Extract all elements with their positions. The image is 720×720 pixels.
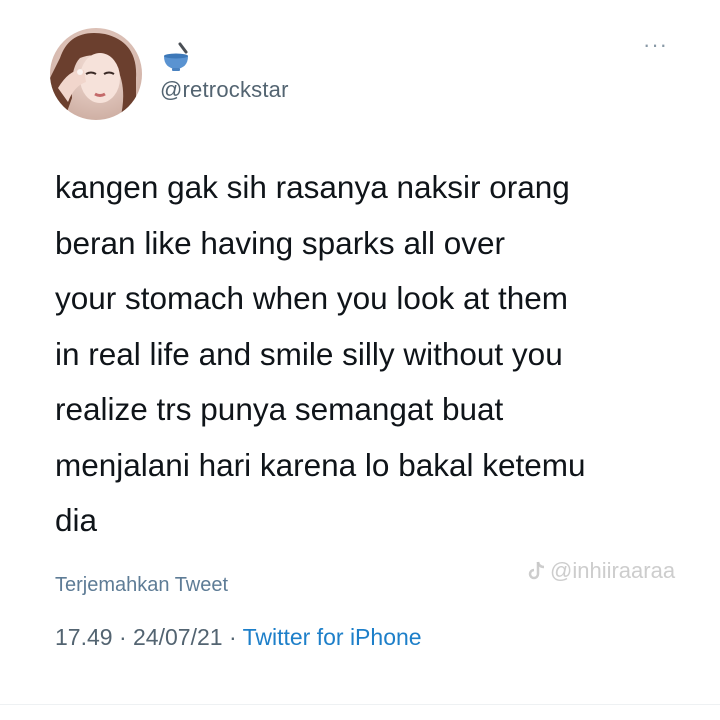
tiktok-icon xyxy=(528,561,545,580)
divider xyxy=(0,704,720,705)
user-handle[interactable]: @retrockstar xyxy=(160,77,289,103)
tweet-time[interactable]: 17.49 xyxy=(55,624,113,650)
tweet-source-link[interactable]: Twitter for iPhone xyxy=(243,624,422,650)
tweet-meta: 17.49 · 24/07/21 · Twitter for iPhone xyxy=(55,624,422,651)
watermark-text: @inhiiraaraa xyxy=(550,558,676,583)
tweet-text: kangen gak sih rasanya naksir orang bera… xyxy=(55,169,586,538)
avatar-image xyxy=(50,28,142,120)
avatar[interactable] xyxy=(50,28,142,120)
tweet-card: @retrockstar ··· kangen gak sih rasanya … xyxy=(0,0,720,720)
meta-separator: · xyxy=(228,624,237,650)
meta-separator: · xyxy=(118,624,127,650)
tweet-date[interactable]: 24/07/21 xyxy=(133,624,223,650)
watermark: @inhiiraaraa xyxy=(528,558,675,584)
translate-tweet-link[interactable]: Terjemahkan Tweet xyxy=(55,574,228,597)
more-options-icon[interactable]: ··· xyxy=(643,34,668,56)
bowl-with-spoon-icon xyxy=(160,42,192,72)
